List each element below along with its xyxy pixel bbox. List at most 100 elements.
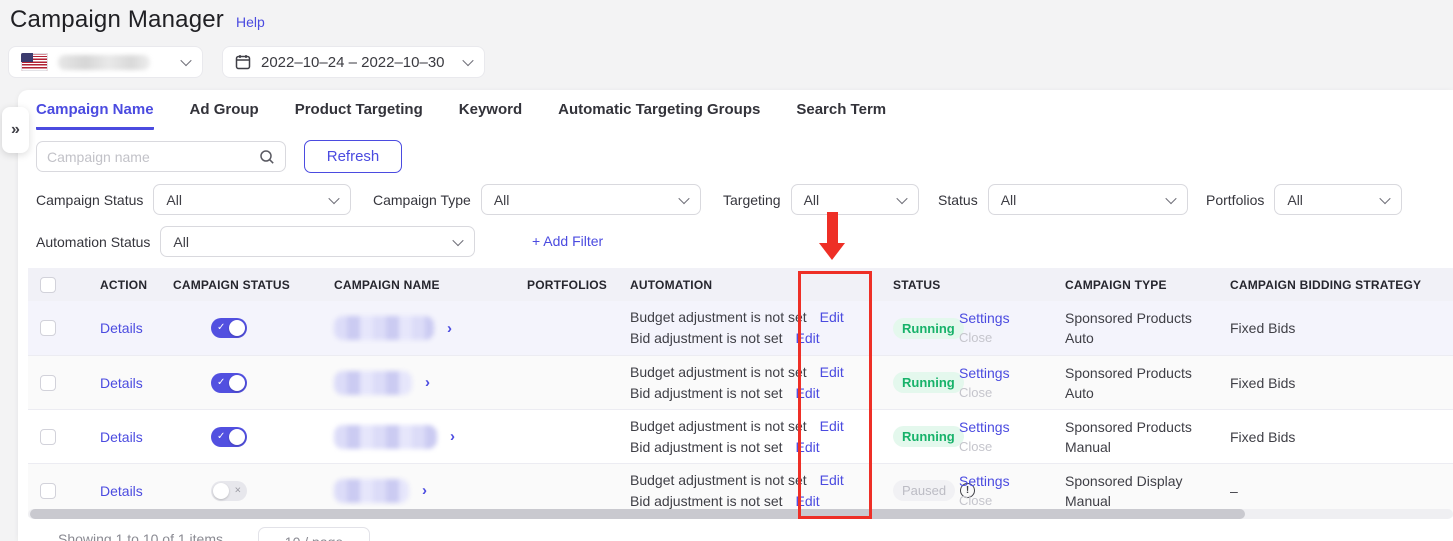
add-filter-button[interactable]: + Add Filter [532,233,603,249]
edit-budget-adjustment-link[interactable]: Edit [820,418,844,434]
campaign-status-toggle[interactable]: ✓ [211,318,247,338]
filter-status: Status All [938,184,1188,215]
details-link[interactable]: Details [100,320,143,336]
status-badge: Paused [893,480,956,501]
details-link[interactable]: Details [100,429,143,445]
table-row: Details ✓ › Budget adjustment is not set… [28,409,1453,463]
campaign-status-toggle[interactable]: × [211,480,247,501]
campaigns-table: ACTION CAMPAIGN STATUS CAMPAIGN NAME POR… [28,268,1453,517]
campaign-type-select[interactable]: All [480,184,701,215]
chevron-down-icon [328,192,341,204]
tab-keyword[interactable]: Keyword [459,101,522,130]
pagination-summary: Showing 1 to 10 of 1 items [58,531,223,541]
filter-campaign-status: Campaign Status All [36,184,352,215]
edit-budget-adjustment-link[interactable]: Edit [820,472,844,488]
campaign-status-toggle[interactable]: ✓ [211,372,247,393]
chevron-right-icon[interactable]: › [450,429,455,444]
tab-product-targeting[interactable]: Product Targeting [295,101,423,130]
col-status: STATUS [893,277,941,292]
close-link[interactable]: Close [959,491,1010,511]
select-value: All [493,191,510,208]
tab-campaign-name[interactable]: Campaign Name [36,101,154,130]
tab-automatic-targeting-groups[interactable]: Automatic Targeting Groups [558,101,760,130]
chevron-down-icon [678,192,690,204]
row-checkbox[interactable] [40,374,56,391]
status-cell: Running ! Settings Close [893,301,1065,355]
select-value: All [803,191,820,208]
portfolios-select[interactable]: All [1274,184,1403,215]
settings-link[interactable]: Settings [959,308,1010,328]
automation-status-select[interactable]: All [160,226,476,257]
help-link[interactable]: Help [236,14,265,30]
budget-adjustment-text: Budget adjustment is not set [630,471,807,488]
toggle-knob [229,428,245,445]
col-campaign-type: CAMPAIGN TYPE [1065,277,1167,292]
chevron-down-icon [1379,192,1392,204]
edit-bid-adjustment-link[interactable]: Edit [796,439,820,455]
campaign-type-line1: Sponsored Display [1065,472,1183,489]
bidding-strategy-value: Fixed Bids [1230,374,1296,391]
details-link[interactable]: Details [100,375,143,391]
status-badge: Running [893,317,964,339]
tab-search-term[interactable]: Search Term [796,101,886,130]
campaign-status-select[interactable]: All [153,184,352,215]
bidding-strategy-value: Fixed Bids [1230,428,1296,445]
campaign-name-redacted [334,424,437,449]
search-icon[interactable] [259,149,275,165]
edit-budget-adjustment-link[interactable]: Edit [820,309,844,325]
campaign-name-redacted [334,478,409,503]
edit-bid-adjustment-link[interactable]: Edit [796,385,820,401]
chevron-right-icon[interactable]: › [425,375,430,390]
filter-label: Campaign Status [36,191,144,208]
budget-adjustment-text: Budget adjustment is not set [630,309,807,325]
chevron-down-icon [452,234,465,246]
settings-link[interactable]: Settings [959,363,1010,383]
status-select[interactable]: All [987,184,1188,215]
tab-ad-group[interactable]: Ad Group [190,101,259,130]
filter-label: Portfolios [1206,191,1265,208]
filter-portfolios: Portfolios All [1206,184,1403,215]
select-all-checkbox[interactable] [40,276,56,293]
row-checkbox[interactable] [40,428,56,445]
close-link[interactable]: Close [959,383,1010,403]
campaign-type-line1: Sponsored Products [1065,364,1192,381]
row-checkbox[interactable] [40,482,56,499]
table-row: Details ✓ › Budget adjustment is not set… [28,301,1453,355]
row-checkbox[interactable] [40,320,56,336]
campaign-status-toggle[interactable]: ✓ [211,426,247,447]
settings-link[interactable]: Settings [959,417,1010,437]
col-automation: AUTOMATION [630,277,713,292]
sidebar-expand-icon[interactable]: » [2,107,29,153]
account-selector[interactable] [8,46,203,78]
toggle-knob [229,374,245,391]
page-size-select[interactable]: 10 / page [258,527,370,541]
settings-link[interactable]: Settings [959,471,1010,491]
campaign-type-line2: Manual [1065,492,1111,509]
filter-label: Targeting [723,191,781,208]
details-link[interactable]: Details [100,483,143,499]
refresh-button[interactable]: Refresh [304,140,402,173]
horizontal-scrollbar-thumb[interactable] [30,509,1245,519]
us-flag-icon [21,53,48,71]
date-range-picker[interactable]: 2022–10–24 – 2022–10–30 [222,46,485,78]
campaign-type-line2: Auto [1065,384,1094,401]
portfolios-cell [527,410,630,463]
col-portfolios: PORTFOLIOS [527,277,607,292]
col-campaign-status: CAMPAIGN STATUS [173,277,290,292]
chevron-right-icon[interactable]: › [422,483,427,498]
page-title: Campaign Manager [10,6,224,33]
select-value: All [1287,191,1303,208]
account-name-redacted [58,54,150,70]
edit-bid-adjustment-link[interactable]: Edit [796,330,820,346]
close-link[interactable]: Close [959,437,1010,457]
edit-bid-adjustment-link[interactable]: Edit [796,493,820,509]
bid-adjustment-text: Bid adjustment is not set [630,492,783,509]
targeting-select[interactable]: All [790,184,919,215]
edit-budget-adjustment-link[interactable]: Edit [820,364,844,380]
close-link[interactable]: Close [959,328,1010,348]
chevron-down-icon [1165,192,1177,204]
chevron-right-icon[interactable]: › [447,321,452,336]
campaign-search-input[interactable] [47,148,259,165]
chevron-down-icon [895,192,908,204]
filter-label: Automation Status [36,233,151,250]
